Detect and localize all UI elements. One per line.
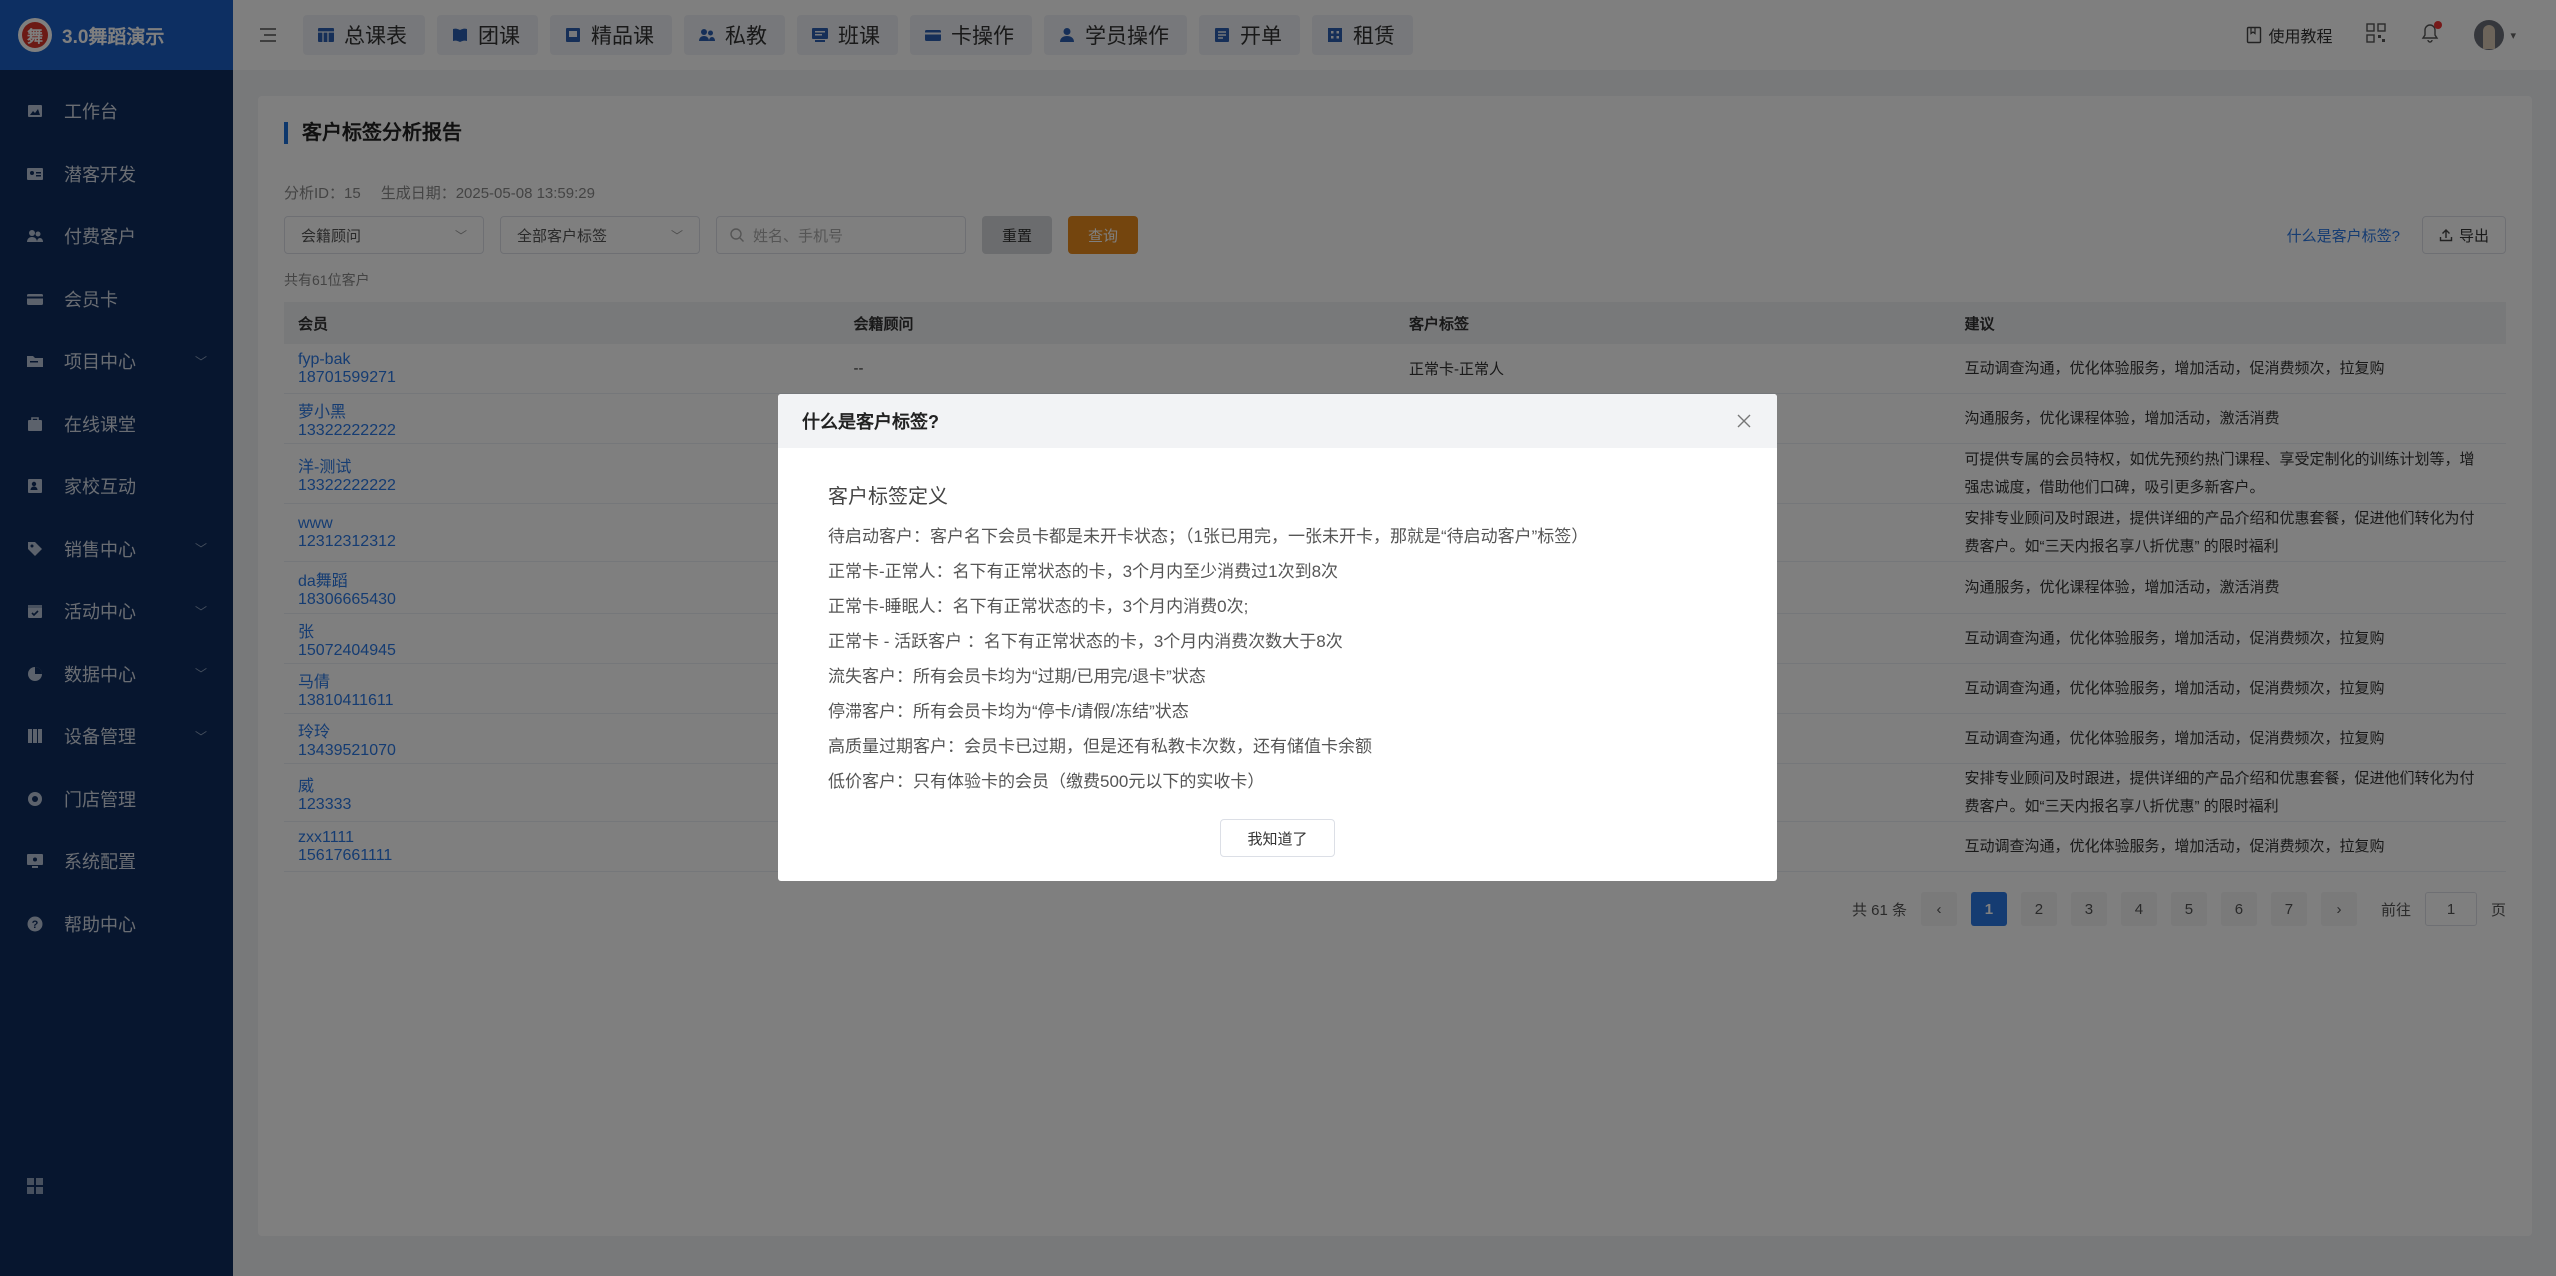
dialog-body: 客户标签定义 待启动客户：客户名下会员卡都是未开卡状态；（1张已用完，一张未开卡… [778,448,1777,799]
dialog-title: 什么是客户标签? [802,412,939,432]
definition-line: 正常卡-正常人：名下有正常状态的卡，3个月内至少消费过1次到8次 [828,562,1339,581]
definition-line: 正常卡-睡眠人：名下有正常状态的卡，3个月内消费0次; [828,597,1249,616]
definition-line: 流失客户：所有会员卡均为“过期/已用完/退卡”状态 [828,667,1206,686]
definition-line: 低价客户：只有体验卡的会员（缴费500元以下的实收卡） [828,772,1265,791]
dialog-header: 什么是客户标签? [778,394,1777,448]
definition-title: 客户标签定义 [828,486,948,508]
definition-list: 待启动客户：客户名下会员卡都是未开卡状态；（1张已用完，一张未开卡，那就是“待启… [828,519,1777,799]
definition-line: 高质量过期客户：会员卡已过期，但是还有私教卡次数，还有储值卡余额 [828,737,1372,756]
close-icon[interactable] [1733,410,1755,432]
tag-definition-dialog: 什么是客户标签? 客户标签定义 待启动客户：客户名下会员卡都是未开卡状态；（1张… [778,394,1777,881]
definition-line: 正常卡 - 活跃客户 ：名下有正常状态的卡，3个月内消费次数大于8次 [828,632,1343,651]
definition-line: 待启动客户：客户名下会员卡都是未开卡状态；（1张已用完，一张未开卡，那就是“待启… [828,527,1589,546]
got-it-button[interactable]: 我知道了 [1220,819,1335,857]
dialog-footer: 我知道了 [778,819,1777,857]
definition-line: 停滞客户：所有会员卡均为“停卡/请假/冻结”状态 [828,702,1189,721]
